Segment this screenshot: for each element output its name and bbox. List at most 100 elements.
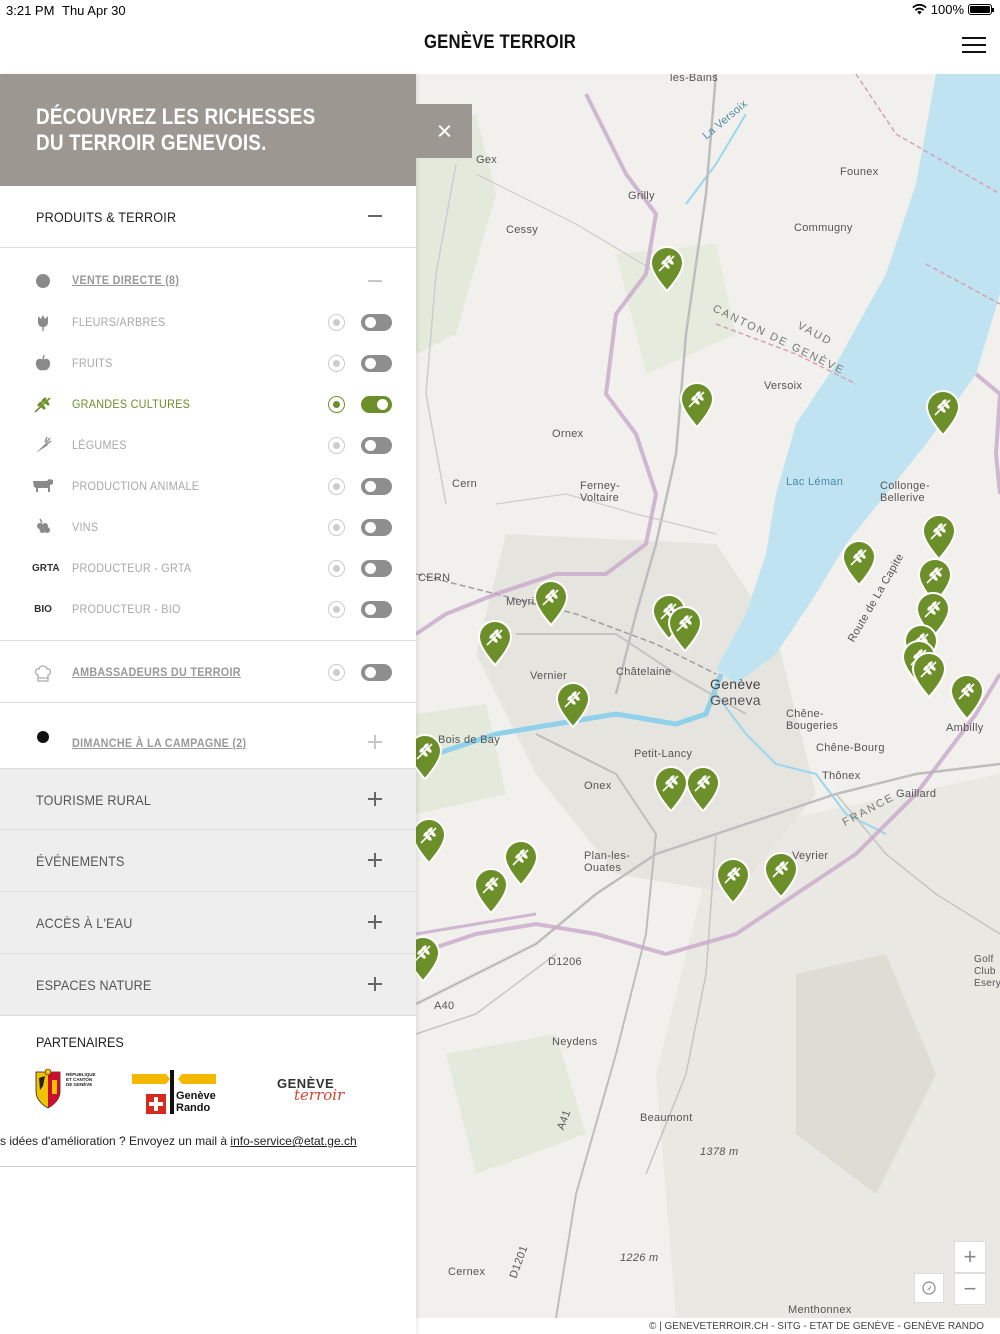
locate-icon[interactable] xyxy=(328,478,345,495)
category-row[interactable]: GRANDES CULTURES xyxy=(0,384,416,425)
locate-icon[interactable] xyxy=(328,437,345,454)
expand-icon[interactable] xyxy=(368,735,382,749)
map-label: CERN xyxy=(418,572,451,584)
wheat-map-pin-icon[interactable] xyxy=(911,652,947,699)
map-label: Cern xyxy=(452,478,478,490)
row-dimanche-campagne[interactable]: DIMANCHE À LA CAMPAGNE (2) xyxy=(0,716,416,757)
locate-icon[interactable] xyxy=(328,601,345,618)
category-row[interactable]: FRUITS xyxy=(0,343,416,384)
map-label: Commugny xyxy=(794,222,853,234)
section-espaces-nature[interactable]: ESPACES NATURE xyxy=(0,954,416,1016)
section-tourisme-rural[interactable]: TOURISME RURAL xyxy=(0,768,416,830)
category-row[interactable]: BIO PRODUCTEUR - BIO xyxy=(0,589,416,630)
locate-icon[interactable] xyxy=(328,355,345,372)
category-label: PRODUCTEUR - BIO xyxy=(72,602,181,616)
wheat-map-pin-icon[interactable] xyxy=(503,840,539,887)
close-panel-button[interactable] xyxy=(416,104,472,158)
wheat-map-pin-icon[interactable] xyxy=(416,734,443,781)
category-label: PRODUCTION ANIMALE xyxy=(72,479,200,493)
map-label: Petit-Lancy xyxy=(634,748,693,760)
wheat-map-pin-icon[interactable] xyxy=(667,606,703,653)
wheat-map-pin-icon[interactable] xyxy=(555,682,591,729)
expand-icon[interactable] xyxy=(368,977,382,991)
logo-geneve-terroir[interactable]: GENÈVE terroir xyxy=(276,1068,346,1108)
map-label: Plan-les-Ouates xyxy=(584,850,631,874)
toggle-switch[interactable] xyxy=(361,560,392,577)
status-bar: 3:21 PM Thu Apr 30 100% xyxy=(0,0,1000,20)
expand-icon[interactable] xyxy=(368,915,382,929)
map-view[interactable]: les-Bains Gex Grilly Founex Cessy Commug… xyxy=(416,74,1000,1318)
map-label: Châtelaine xyxy=(616,666,672,678)
wheat-map-pin-icon[interactable] xyxy=(416,818,447,865)
category-row[interactable]: VINS xyxy=(0,507,416,548)
wheat-map-pin-icon[interactable] xyxy=(921,514,957,561)
divider xyxy=(0,640,416,641)
logo-republique-geneve[interactable]: RÉPUBLIQUE ET CANTON DE GENÈVE xyxy=(34,1068,98,1112)
wheat-map-pin-icon[interactable] xyxy=(685,766,721,813)
map-label: Beaumont xyxy=(640,1112,693,1124)
wifi-icon xyxy=(912,4,927,15)
zoom-in-button[interactable]: + xyxy=(954,1241,986,1273)
category-row[interactable]: LÉGUMES xyxy=(0,425,416,466)
panel-title: DÉCOUVREZ LES RICHESSES DU TERROIR GENEV… xyxy=(36,104,316,155)
section-evenements[interactable]: ÉVÉNEMENTS xyxy=(0,830,416,892)
locate-icon[interactable] xyxy=(328,396,345,413)
toggle-switch[interactable] xyxy=(361,396,392,413)
map-attribution: © | GENEVETERROIR.CH - SITG - ETAT DE GE… xyxy=(646,1321,986,1332)
toggle-switch[interactable] xyxy=(361,355,392,372)
subsection-vente-directe[interactable]: VENTE DIRECTE (8) xyxy=(0,260,416,301)
map-label: Lac Léman xyxy=(786,476,844,488)
locate-icon[interactable] xyxy=(328,519,345,536)
expand-icon[interactable] xyxy=(368,853,382,867)
wheat-map-pin-icon[interactable] xyxy=(473,868,509,915)
toggle-switch[interactable] xyxy=(361,664,392,681)
compass-icon[interactable] xyxy=(914,1273,944,1303)
dot-icon xyxy=(32,727,54,747)
category-label: FLEURS/ARBRES xyxy=(72,315,166,329)
map-label: Geneva xyxy=(710,692,761,708)
section-acces-eau[interactable]: ACCÈS À L'EAU xyxy=(0,892,416,954)
toggle-switch[interactable] xyxy=(361,478,392,495)
map-label: Genève xyxy=(710,676,761,692)
toggle-switch[interactable] xyxy=(361,314,392,331)
wheat-map-pin-icon[interactable] xyxy=(841,540,877,587)
wheat-map-pin-icon[interactable] xyxy=(416,936,441,983)
section-label: ÉVÉNEMENTS xyxy=(36,853,125,869)
expand-icon[interactable] xyxy=(368,792,382,806)
collapse-icon[interactable] xyxy=(368,274,382,288)
wheat-map-pin-icon[interactable] xyxy=(477,620,513,667)
section-produits-terroir[interactable]: PRODUITS & TERROIR xyxy=(0,186,416,248)
locate-icon[interactable] xyxy=(328,314,345,331)
rando-line-2: Rando xyxy=(176,1102,211,1114)
map-label: les-Bains xyxy=(670,74,718,84)
hamburger-menu-icon[interactable] xyxy=(962,37,986,53)
category-row[interactable]: PRODUCTION ANIMALE xyxy=(0,466,416,507)
map-label: Onex xyxy=(584,780,612,792)
wheat-map-pin-icon[interactable] xyxy=(649,246,685,293)
cow-icon xyxy=(32,477,54,497)
bio-icon: BIO xyxy=(34,604,52,615)
toggle-switch[interactable] xyxy=(361,519,392,536)
dot-icon xyxy=(32,271,54,291)
apple-icon xyxy=(32,354,54,374)
wheat-map-pin-icon[interactable] xyxy=(949,674,985,721)
wheat-map-pin-icon[interactable] xyxy=(715,858,751,905)
wheat-map-pin-icon[interactable] xyxy=(925,390,961,437)
category-label: GRANDES CULTURES xyxy=(72,397,191,411)
wheat-map-pin-icon[interactable] xyxy=(679,382,715,429)
wheat-map-pin-icon[interactable] xyxy=(533,580,569,627)
toggle-switch[interactable] xyxy=(361,437,392,454)
category-row[interactable]: GRTA PRODUCTEUR - GRTA xyxy=(0,548,416,589)
carrot-icon xyxy=(32,436,54,456)
wheat-map-pin-icon[interactable] xyxy=(653,766,689,813)
category-row[interactable]: FLEURS/ARBRES xyxy=(0,302,416,343)
locate-icon[interactable] xyxy=(328,560,345,577)
toggle-switch[interactable] xyxy=(361,601,392,618)
feedback-email-link[interactable]: info-service@etat.ge.ch xyxy=(230,1134,356,1148)
zoom-out-button[interactable]: − xyxy=(954,1273,986,1305)
logo-geneve-rando[interactable]: Genève Rando xyxy=(130,1068,218,1116)
wheat-map-pin-icon[interactable] xyxy=(763,852,799,899)
collapse-icon[interactable] xyxy=(368,209,382,223)
row-ambassadeurs[interactable]: AMBASSADEURS DU TERROIR xyxy=(0,652,416,693)
locate-icon[interactable] xyxy=(328,664,345,681)
